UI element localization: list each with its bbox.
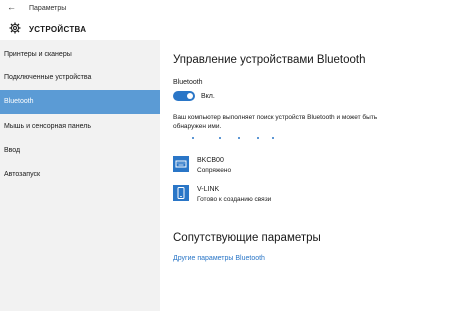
sidebar-item-autoplay[interactable]: Автозапуск bbox=[0, 163, 160, 187]
device-status: Сопряжено bbox=[197, 167, 232, 174]
sidebar-item-label: Ввод bbox=[4, 147, 21, 154]
scan-status-text: Ваш компьютер выполняет поиск устройств … bbox=[173, 114, 378, 130]
sidebar-item-label: Мышь и сенсорная панель bbox=[4, 123, 91, 130]
device-name: V-LINK bbox=[197, 186, 220, 193]
main-content: Управление устройствами Bluetooth Blueto… bbox=[160, 40, 457, 311]
device-status: Готово к созданию связи bbox=[197, 196, 272, 203]
section-title-related: Сопутствующие параметры bbox=[173, 232, 321, 244]
bluetooth-toggle-label: Bluetooth bbox=[173, 79, 203, 86]
sidebar-item-label: Принтеры и сканеры bbox=[4, 51, 72, 58]
more-bluetooth-settings-link[interactable]: Другие параметры Bluetooth bbox=[173, 255, 265, 262]
phone-icon bbox=[173, 185, 189, 201]
back-arrow-icon[interactable]: ← bbox=[7, 3, 16, 12]
progress-dot bbox=[238, 137, 240, 139]
sidebar-item-label: Подключенные устройства bbox=[4, 74, 92, 81]
bluetooth-toggle[interactable] bbox=[173, 91, 195, 101]
sidebar-item-input[interactable]: Ввод bbox=[0, 139, 160, 163]
sidebar-item-connected-devices[interactable]: Подключенные устройства bbox=[0, 66, 160, 90]
device-name: BKCB00 bbox=[197, 157, 224, 164]
toggle-knob bbox=[187, 93, 193, 99]
progress-dot bbox=[219, 137, 221, 139]
progress-dot bbox=[192, 137, 194, 139]
sidebar-item-label: Bluetooth bbox=[4, 98, 34, 105]
sidebar: Принтеры и сканеры Подключенные устройст… bbox=[0, 40, 160, 311]
title-bar: ← Параметры bbox=[0, 0, 457, 18]
gear-icon bbox=[9, 22, 21, 34]
toggle-state-label: Вкл. bbox=[201, 93, 215, 100]
sidebar-item-label: Автозапуск bbox=[4, 171, 41, 178]
progress-dot bbox=[257, 137, 259, 139]
sidebar-item-mouse-touchpad[interactable]: Мышь и сенсорная панель bbox=[0, 115, 160, 139]
sidebar-item-printers[interactable]: Принтеры и сканеры bbox=[0, 43, 160, 67]
page-title: УСТРОЙСТВА bbox=[29, 25, 87, 34]
device-item-v-link[interactable]: V-LINK Готово к созданию связи bbox=[173, 185, 433, 205]
window-title: Параметры bbox=[29, 5, 67, 12]
progress-dot bbox=[272, 137, 274, 139]
page-header: УСТРОЙСТВА bbox=[0, 18, 457, 40]
sidebar-item-bluetooth[interactable]: Bluetooth bbox=[0, 90, 160, 114]
device-item-bkcb00[interactable]: BKCB00 Сопряжено bbox=[173, 156, 433, 176]
section-title-bluetooth: Управление устройствами Bluetooth bbox=[173, 54, 366, 66]
keyboard-icon bbox=[173, 156, 189, 172]
